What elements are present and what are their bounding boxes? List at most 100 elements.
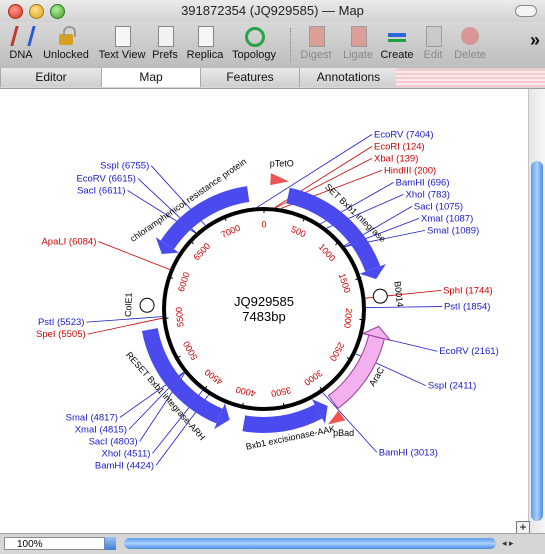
terminator-label: B0014 (392, 281, 405, 308)
delete-button[interactable]: Delete (453, 24, 487, 61)
topology-button[interactable]: Topology (228, 24, 280, 61)
terminator-label: ColE1 (123, 292, 134, 317)
plasmid-name: JQ929585 (234, 294, 294, 309)
plasmid-map: SET Bxb1 integraseAraCBxb1 excisionase-A… (36, 129, 499, 471)
toolbar-label: Delete (454, 49, 486, 61)
toolbar-separator (290, 28, 291, 62)
tick-label: 5500 (174, 307, 186, 328)
restriction-site-label: HindIII (200) (384, 165, 436, 176)
text-view-icon (110, 24, 134, 48)
create-button[interactable]: Create (378, 24, 416, 61)
tick-label: 1000 (317, 242, 338, 264)
edit-button[interactable]: Edit (420, 24, 446, 61)
feature-arc (160, 186, 250, 250)
promoter-label: pTetO (270, 158, 294, 168)
tab-annotations[interactable]: Annotations (299, 68, 397, 87)
toolbar-label: Prefs (152, 49, 178, 61)
restriction-site-label: XhoI (783) (406, 189, 450, 200)
toolbar-label: Ligate (343, 49, 373, 61)
create-icon (385, 24, 409, 48)
tab-map[interactable]: Map (101, 68, 200, 87)
ligate-button[interactable]: Ligate (341, 24, 375, 61)
delete-icon (458, 24, 482, 48)
unlocked-icon (54, 24, 78, 48)
toolbar-toggle-button[interactable] (515, 5, 537, 17)
restriction-site-label: SmaI (1089) (427, 225, 479, 236)
dna-button[interactable]: DNA (4, 24, 38, 61)
tab-features[interactable]: Features (200, 68, 299, 87)
restriction-site-label: SspI (2411) (428, 381, 476, 392)
restriction-site-label: BamHI (696) (396, 177, 450, 188)
toolbar-overflow-button[interactable]: » (530, 30, 540, 51)
tick-label: 6500 (191, 241, 212, 263)
restriction-site-label: PstI (1854) (444, 302, 490, 313)
horizontal-scroll-thumb[interactable] (124, 538, 496, 549)
restriction-site-label: XmaI (4815) (75, 424, 127, 435)
ligate-icon (346, 24, 370, 48)
vertical-scrollbar[interactable] (528, 89, 545, 533)
title-bar: 391872354 (JQ929585) — Map (0, 0, 545, 23)
promoter-arrow (270, 173, 289, 186)
tick-label: 4000 (235, 385, 257, 399)
restriction-site-label: XbaI (139) (374, 153, 418, 164)
toolbar-label: Replica (186, 49, 224, 61)
tick-label: 2500 (328, 340, 347, 362)
restriction-site-label: XhoI (4511) (102, 448, 151, 459)
tick-label: 3000 (302, 368, 324, 388)
tick-label: 6000 (176, 271, 192, 293)
vertical-scroll-thumb[interactable] (531, 161, 543, 521)
site-leader-line (365, 306, 442, 308)
dna-icon (9, 24, 36, 48)
tick-label: 1500 (337, 272, 353, 294)
tick-label: 7000 (219, 223, 241, 240)
restriction-site-label: SacI (1075) (414, 201, 463, 212)
toolbar-label: Digest (300, 49, 332, 61)
restriction-site-label: SspI (6755) (100, 161, 149, 172)
topology-icon (242, 24, 266, 48)
tick-label: 3500 (270, 385, 292, 399)
restriction-site-label: EcoRI (124) (374, 141, 425, 152)
digest-icon (304, 24, 328, 48)
plasmid-length: 7483bp (242, 309, 285, 324)
promoter-arrow (327, 410, 346, 425)
tick-label: 500 (290, 224, 308, 239)
restriction-site-label: SpeI (5505) (36, 329, 86, 340)
toolbar-label: Edit (423, 49, 443, 61)
status-bar: 100% ◂ ▸ (0, 533, 545, 554)
replica-icon (193, 24, 217, 48)
tick-mark (359, 318, 366, 321)
restriction-site-label: ApaLI (6084) (41, 236, 96, 247)
tick-label: 2000 (342, 308, 354, 329)
tick-label: 5000 (181, 339, 200, 361)
digest-button[interactable]: Digest (296, 24, 336, 61)
toolbar-label: Text View (98, 49, 146, 61)
edit-icon (421, 24, 445, 48)
toolbar-label: Topology (231, 49, 277, 61)
restriction-site-label: SacI (6611) (77, 185, 125, 196)
toolbar-label: DNA (9, 49, 33, 61)
restriction-site-label: PstI (5523) (38, 317, 84, 328)
tick-label: 4500 (203, 367, 225, 387)
zoom-stepper[interactable] (104, 537, 116, 550)
restriction-site-label: EcoRV (7404) (374, 129, 434, 140)
zoom-select[interactable]: 100% (4, 537, 114, 550)
restriction-site-label: EcoRV (6615) (76, 173, 136, 184)
window-title: 391872354 (JQ929585) — Map (181, 3, 364, 18)
text-view-button[interactable]: Text View (95, 24, 149, 61)
prefs-button[interactable]: Prefs (150, 24, 180, 61)
scroll-arrows[interactable]: ◂ ▸ (502, 538, 514, 549)
restriction-site-label: SacI (4803) (89, 436, 138, 447)
tick-label: 0 (261, 219, 266, 229)
restriction-site-label: BamHI (4424) (95, 460, 154, 471)
restriction-site-label: SphI (1744) (443, 285, 493, 296)
tab-bar: Editor Map Features Annotations (0, 68, 545, 89)
toolbar: » DNA Unlocked Text View Prefs Replica Topolo… (0, 22, 545, 68)
tab-bar-filler (396, 69, 545, 87)
unlocked-button[interactable]: Unlocked (40, 24, 92, 61)
terminator-marker (139, 297, 155, 313)
plasmid-map-view[interactable]: SET Bxb1 integrase AraC Bxb1 excisionase-A… (0, 89, 528, 533)
replica-button[interactable]: Replica (184, 24, 226, 61)
tab-editor[interactable]: Editor (0, 68, 101, 87)
tick-mark (162, 317, 169, 320)
restriction-site-label: SmaI (4817) (66, 412, 118, 423)
